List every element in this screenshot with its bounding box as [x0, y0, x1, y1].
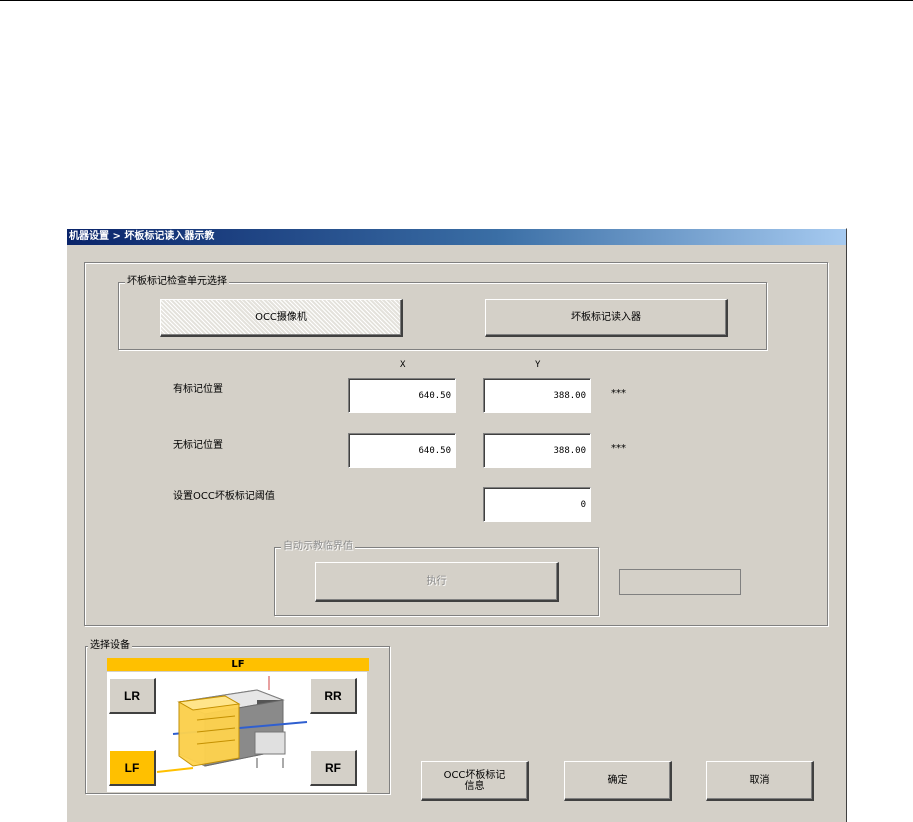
threshold-label: 设置OCC坏板标记阈值	[173, 491, 275, 502]
occ-camera-button[interactable]: OCC摄像机	[160, 299, 403, 337]
cancel-button[interactable]: 取消	[706, 761, 814, 801]
auto-teach-result-field	[619, 569, 741, 595]
device-rr-button[interactable]: RR	[310, 678, 357, 714]
unit-select-title: 坏板标记检查单元选择	[125, 276, 229, 288]
window-title: 机器设置 > 坏板标记读入器示教	[67, 229, 846, 245]
device-select-title: 选择设备	[88, 640, 132, 652]
device-lf-button[interactable]: LF	[109, 750, 156, 786]
cancel-label: 取消	[749, 775, 770, 786]
occ-info-label-line2: 信息	[464, 780, 485, 792]
occ-bad-mark-info-button[interactable]: OCC坏板标记 信息	[421, 761, 529, 801]
occ-info-label-line1: OCC坏板标记	[443, 769, 506, 781]
ok-button[interactable]: 确定	[564, 761, 672, 801]
marked-position-label: 有标记位置	[173, 384, 223, 395]
y-column-header: Y	[535, 360, 541, 370]
device-lr-button[interactable]: LR	[109, 678, 156, 714]
auto-teach-group: 自动示教临界值 执行	[274, 541, 599, 616]
unmarked-status-text: ***	[611, 443, 626, 454]
marked-x-field[interactable]: 640.50	[348, 378, 456, 413]
dialog-window: 机器设置 > 坏板标记读入器示教 坏板标记检查单元选择 OCC摄像机 坏板标记读…	[66, 228, 847, 822]
bad-mark-reader-label: 坏板标记读入器	[571, 312, 641, 323]
device-rf-button[interactable]: RF	[310, 750, 357, 786]
ok-label: 确定	[607, 775, 628, 786]
current-device-banner: LF	[107, 658, 369, 671]
page-top-rule	[0, 0, 913, 1]
x-column-header: X	[400, 360, 406, 370]
unmarked-y-field[interactable]: 388.00	[483, 433, 591, 468]
execute-label: 执行	[426, 576, 447, 587]
auto-teach-title: 自动示教临界值	[281, 541, 355, 553]
unmarked-x-field[interactable]: 640.50	[348, 433, 456, 468]
execute-button[interactable]: 执行	[315, 562, 559, 602]
marked-y-field[interactable]: 388.00	[483, 378, 591, 413]
device-select-group: 选择设备 LF LR RR LF RF	[85, 640, 390, 794]
occ-camera-label: OCC摄像机	[255, 312, 307, 323]
bad-mark-reader-button[interactable]: 坏板标记读入器	[485, 299, 728, 337]
main-panel: 坏板标记检查单元选择 OCC摄像机 坏板标记读入器 X Y 有标记位置 640.…	[84, 262, 828, 626]
marked-status-text: ***	[611, 388, 626, 399]
unit-select-group: 坏板标记检查单元选择 OCC摄像机 坏板标记读入器	[118, 276, 767, 350]
threshold-field[interactable]: 0	[483, 487, 591, 522]
unmarked-position-label: 无标记位置	[173, 440, 223, 451]
